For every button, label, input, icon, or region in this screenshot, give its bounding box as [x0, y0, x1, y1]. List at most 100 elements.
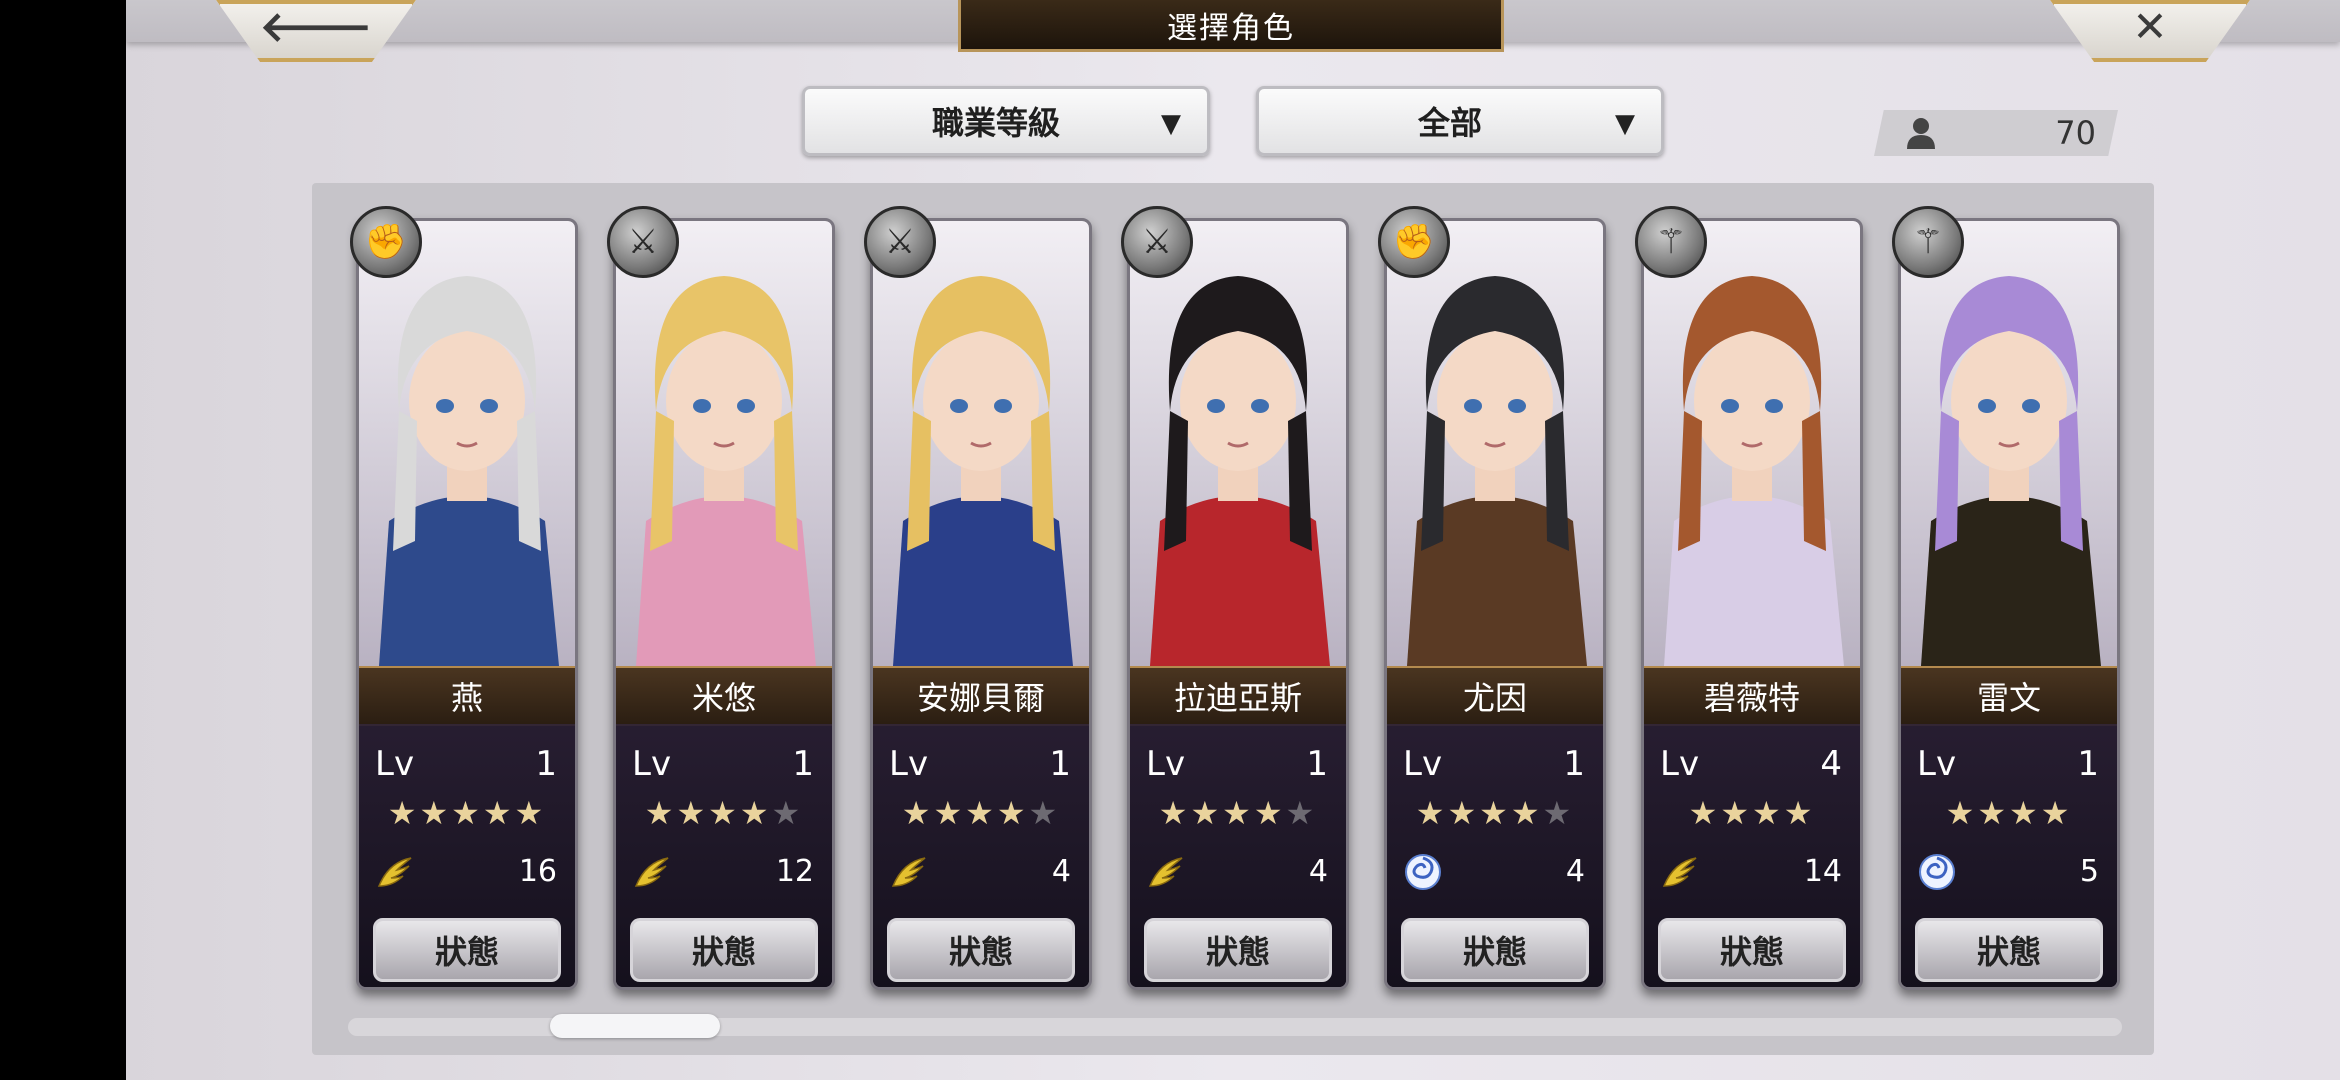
star-icon: ★ [1158, 794, 1191, 832]
element-value: 5 [2079, 854, 2099, 889]
character-portrait[interactable] [1644, 221, 1860, 666]
character-name: 尤因 [1387, 666, 1603, 726]
level-value: 1 [2077, 744, 2099, 784]
sword-icon: ⚔ [1121, 206, 1193, 278]
star-rating: ★★★★★ [873, 794, 1089, 832]
level-value: 1 [1049, 744, 1071, 784]
element-value: 14 [1803, 854, 1842, 889]
sword-icon: ⚔ [607, 206, 679, 278]
level-label: Lv [375, 744, 415, 784]
character-portrait[interactable] [359, 221, 575, 666]
status-button[interactable]: 狀態 [1144, 918, 1332, 982]
level-label: Lv [889, 744, 929, 784]
status-button[interactable]: 狀態 [1915, 918, 2103, 982]
character-card[interactable]: 拉迪亞斯 Lv 1 ★★★★★ 4 狀態 [1127, 218, 1349, 990]
star-icon: ★ [933, 794, 966, 832]
back-arrow-icon: 🡐 [259, 1, 373, 51]
character-card[interactable]: 雷文 Lv 1 ★★★★ 5 狀態 [1898, 218, 2120, 990]
star-rating: ★★★★★ [1130, 794, 1346, 832]
level-value: 1 [1306, 744, 1328, 784]
element-value: 4 [1565, 854, 1585, 889]
star-icon: ★ [965, 794, 997, 832]
character-stats: Lv 1 ★★★★★ 16 狀態 [359, 724, 575, 987]
star-icon: ★ [996, 794, 1029, 832]
element-value: 4 [1051, 854, 1071, 889]
character-portrait[interactable] [873, 221, 1089, 666]
star-icon: ★ [1977, 794, 2009, 832]
star-icon: ★ [739, 794, 772, 832]
gold-wing-icon [375, 852, 415, 892]
scrollbar-thumb[interactable] [550, 1014, 720, 1038]
star-icon: ★ [1222, 794, 1254, 832]
sort-dropdown[interactable]: 職業等級 ▼ [802, 86, 1210, 156]
character-card[interactable]: 燕 Lv 1 ★★★★★ 16 狀態 [356, 218, 578, 990]
chevron-down-icon: ▼ [1615, 109, 1635, 139]
star-icon: ★ [1285, 794, 1318, 832]
character-name: 碧薇特 [1644, 666, 1860, 726]
character-name: 拉迪亞斯 [1130, 666, 1346, 726]
level-label: Lv [1403, 744, 1443, 784]
level-value: 1 [1563, 744, 1585, 784]
star-icon: ★ [514, 794, 547, 832]
star-icon: ★ [901, 794, 934, 832]
star-icon: ★ [1720, 794, 1752, 832]
status-button[interactable]: 狀態 [887, 918, 1075, 982]
level-value: 4 [1820, 744, 1842, 784]
staff-icon: ⚚ [1635, 206, 1707, 278]
chevron-down-icon: ▼ [1161, 109, 1181, 139]
star-icon: ★ [1190, 794, 1223, 832]
level-label: Lv [1146, 744, 1186, 784]
character-card[interactable]: 米悠 Lv 1 ★★★★★ 12 狀態 [613, 218, 835, 990]
fist-icon: ✊ [350, 206, 422, 278]
blue-swirl-icon [1917, 852, 1957, 892]
element-value: 12 [775, 854, 814, 889]
star-icon: ★ [676, 794, 709, 832]
character-card[interactable]: 安娜貝爾 Lv 1 ★★★★★ 4 狀態 [870, 218, 1092, 990]
filter-dropdown-label: 全部 [1417, 104, 1482, 142]
status-button[interactable]: 狀態 [1658, 918, 1846, 982]
staff-icon: ⚚ [1892, 206, 1964, 278]
star-rating: ★★★★★ [616, 794, 832, 832]
star-icon: ★ [644, 794, 677, 832]
star-icon: ★ [1447, 794, 1480, 832]
star-rating: ★★★★ [1644, 794, 1860, 832]
character-stats: Lv 1 ★★★★ 5 狀態 [1901, 724, 2117, 987]
level-label: Lv [1660, 744, 1700, 784]
star-icon: ★ [1510, 794, 1543, 832]
star-icon: ★ [1752, 794, 1784, 832]
status-button[interactable]: 狀態 [1401, 918, 1589, 982]
character-name: 燕 [359, 666, 575, 726]
character-stats: Lv 1 ★★★★★ 4 狀態 [1130, 724, 1346, 987]
star-icon: ★ [2009, 794, 2041, 832]
sort-dropdown-label: 職業等級 [931, 104, 1060, 142]
character-portrait[interactable] [1130, 221, 1346, 666]
star-icon: ★ [1542, 794, 1575, 832]
character-select-screen: 🡐 選擇角色 ✕ 職業等級 ▼ 全部 ▼ 70 燕 Lv 1 ★★★★★ 16 狀態 ✊ 米悠… [126, 0, 2340, 1080]
level-value: 1 [792, 744, 814, 784]
star-icon: ★ [1415, 794, 1448, 832]
status-button[interactable]: 狀態 [630, 918, 818, 982]
character-portrait[interactable] [1387, 221, 1603, 666]
star-icon: ★ [419, 794, 452, 832]
star-icon: ★ [1945, 794, 1978, 832]
character-card[interactable]: 碧薇特 Lv 4 ★★★★ 14 狀態 [1641, 218, 1863, 990]
page-title: 選擇角色 [958, 0, 1504, 52]
close-button[interactable]: ✕ [2050, 0, 2250, 62]
level-value: 1 [535, 744, 557, 784]
filter-dropdown[interactable]: 全部 ▼ [1256, 86, 1664, 156]
element-value: 4 [1308, 854, 1328, 889]
character-portrait[interactable] [616, 221, 832, 666]
star-icon: ★ [1253, 794, 1286, 832]
character-card[interactable]: 尤因 Lv 1 ★★★★★ 4 狀態 [1384, 218, 1606, 990]
star-icon: ★ [771, 794, 804, 832]
star-icon: ★ [451, 794, 483, 832]
status-button[interactable]: 狀態 [373, 918, 561, 982]
back-button[interactable]: 🡐 [216, 0, 416, 62]
gold-wing-icon [632, 852, 672, 892]
character-portrait[interactable] [1901, 221, 2117, 666]
gold-wing-icon [1660, 852, 1700, 892]
character-stats: Lv 4 ★★★★ 14 狀態 [1644, 724, 1860, 987]
close-icon: ✕ [2132, 1, 2168, 51]
star-icon: ★ [1028, 794, 1061, 832]
level-label: Lv [1917, 744, 1957, 784]
